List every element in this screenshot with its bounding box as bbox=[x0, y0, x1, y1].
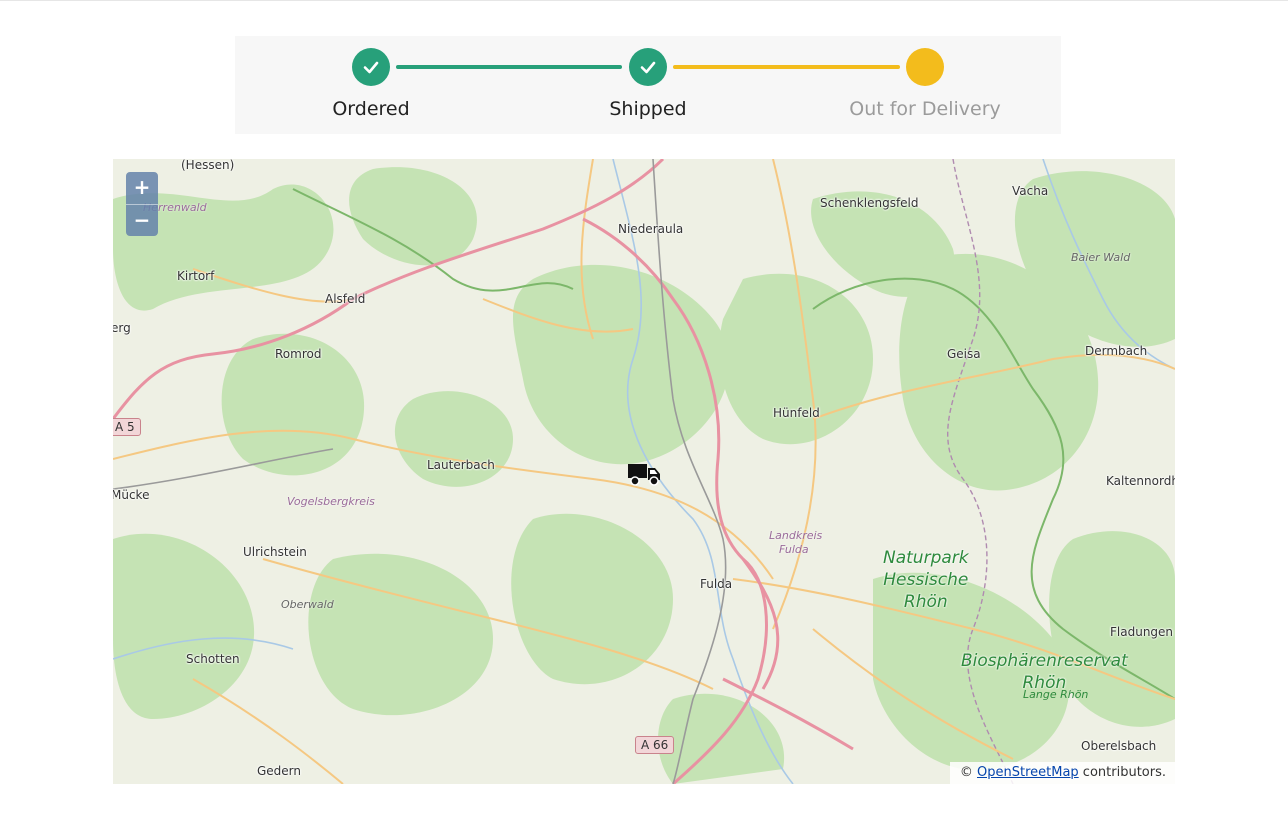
map-attribution: © OpenStreetMap contributors. bbox=[949, 762, 1175, 784]
order-progress-tracker: Ordered Shipped Out for Delivery bbox=[235, 36, 1061, 134]
park-label-line: Rhön bbox=[903, 592, 948, 612]
motorway-shield-a5: A 5 bbox=[113, 418, 141, 436]
zoom-out-button[interactable]: − bbox=[126, 204, 158, 236]
place-label-gedern: Gedern bbox=[257, 764, 302, 778]
place-label-vacha: Vacha bbox=[1012, 184, 1049, 198]
place-label-schotten: Schotten bbox=[186, 652, 240, 666]
park-label-line: Hessische bbox=[883, 570, 969, 590]
place-label-alsfeld: Alsfeld bbox=[325, 292, 366, 306]
place-label-lauterbach: Lauterbach bbox=[427, 458, 495, 472]
park-label-naturpark: Naturpark Hessische Rhön bbox=[883, 547, 969, 613]
step-ordered-check-icon bbox=[352, 48, 390, 86]
place-label-hessen: (Hessen) bbox=[181, 159, 235, 172]
place-label-romrod: Romrod bbox=[275, 347, 322, 361]
truck-icon[interactable] bbox=[627, 459, 661, 487]
park-label-line: Rhön bbox=[1022, 673, 1067, 693]
park-label-line: Naturpark bbox=[883, 548, 969, 568]
park-label-biosphaere: Biosphärenreservat Rhön bbox=[961, 650, 1128, 694]
place-label-geisa: Geisa bbox=[947, 347, 981, 361]
place-label-fulda: Fulda bbox=[700, 577, 733, 591]
openstreetmap-link[interactable]: OpenStreetMap bbox=[977, 765, 1079, 780]
place-label-erg: erg bbox=[113, 321, 131, 335]
motorway-shield-a66: A 66 bbox=[635, 736, 675, 754]
place-label-oberwald: Oberwald bbox=[281, 598, 334, 611]
place-label-vogelsbergkreis: Vogelsbergkreis bbox=[287, 495, 375, 508]
zoom-control: + − bbox=[126, 172, 158, 236]
tracking-map[interactable]: (Hessen) Herrenwald Niederaula Schenklen… bbox=[113, 159, 1175, 784]
top-divider bbox=[0, 0, 1288, 1]
place-label-landkreis: Landkreis bbox=[769, 529, 823, 542]
place-label-fulda-kreis: Fulda bbox=[779, 543, 809, 556]
place-label-kaltennordheim: Kaltennordh bbox=[1106, 474, 1175, 488]
step-out-for-delivery: Out for Delivery bbox=[825, 36, 1025, 134]
place-label-fladungen: Fladungen bbox=[1110, 625, 1174, 639]
place-label-dermbach: Dermbach bbox=[1085, 344, 1148, 358]
place-label-oberelsbach: Oberelsbach bbox=[1081, 739, 1157, 753]
step-current-dot-icon bbox=[906, 48, 944, 86]
step-label: Ordered bbox=[332, 98, 410, 120]
attribution-prefix: © bbox=[959, 765, 977, 780]
place-label-ulrichstein: Ulrichstein bbox=[243, 545, 307, 559]
step-shipped-check-icon bbox=[629, 48, 667, 86]
place-label-muecke: Mücke bbox=[113, 488, 150, 502]
step-label: Out for Delivery bbox=[849, 98, 1001, 120]
park-label-line: Biosphärenreservat bbox=[961, 651, 1128, 671]
place-label-baier-wald: Baier Wald bbox=[1071, 251, 1131, 264]
place-label-kirtorf: Kirtorf bbox=[177, 269, 215, 283]
attribution-suffix: contributors. bbox=[1078, 765, 1166, 780]
step-shipped: Shipped bbox=[548, 36, 748, 134]
place-label-huenfeld: Hünfeld bbox=[773, 406, 820, 420]
zoom-in-button[interactable]: + bbox=[126, 172, 158, 204]
place-label-niederaula: Niederaula bbox=[618, 222, 684, 236]
place-label-schenklengsfeld: Schenklengsfeld bbox=[820, 196, 919, 210]
step-label: Shipped bbox=[609, 98, 687, 120]
step-ordered: Ordered bbox=[271, 36, 471, 134]
